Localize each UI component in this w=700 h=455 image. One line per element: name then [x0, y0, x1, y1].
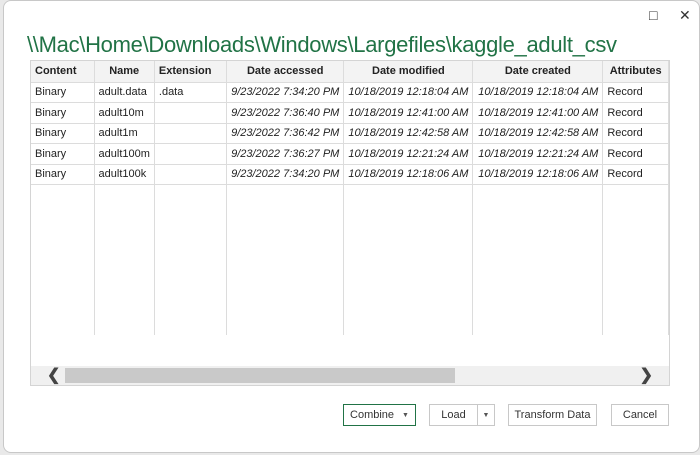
col-header-name[interactable]: Name: [94, 61, 155, 83]
table-row[interactable]: Binary adult.data .data 9/23/2022 7:34:20 P…: [31, 82, 669, 103]
cell-name[interactable]: adult1m: [94, 123, 155, 144]
cell-date-created[interactable]: 10/18/2019 12:18:06 AM: [472, 164, 604, 185]
cell-content[interactable]: Binary: [31, 102, 95, 124]
cell-date-accessed[interactable]: 9/23/2022 7:36:27 PM: [226, 143, 345, 165]
table-row[interactable]: Binary adult100k 9/23/2022 7:34:20 PM 10/18…: [31, 164, 669, 185]
cell-date-modified[interactable]: 10/18/2019 12:21:24 AM: [343, 143, 474, 165]
cell-date-created[interactable]: 10/18/2019 12:18:04 AM: [472, 82, 604, 103]
table-row[interactable]: Binary adult100m 9/23/2022 7:36:27 PM 10/18…: [31, 143, 669, 165]
transform-data-button[interactable]: Transform Data: [508, 404, 597, 426]
folder-path-title: \\Mac\Home\Downloads\Windows\Largefiles\…: [27, 32, 617, 57]
cell-attributes[interactable]: Record: [602, 123, 669, 144]
cell-extension[interactable]: .data: [154, 82, 228, 103]
combine-button[interactable]: Combine ▼: [343, 404, 416, 426]
col-header-extension[interactable]: Extension: [154, 61, 228, 83]
empty-row-space: [31, 184, 669, 335]
file-table: Content Name Extension Date accessed Dat…: [30, 60, 670, 386]
cell-name[interactable]: adult10m: [94, 102, 155, 124]
chevron-down-icon: ▼: [402, 411, 409, 419]
cell-name[interactable]: adult100k: [94, 164, 155, 185]
scroll-left-icon[interactable]: ❮: [47, 366, 60, 385]
cell-content[interactable]: Binary: [31, 123, 95, 144]
combine-label: Combine: [350, 409, 395, 421]
empty-cell: [343, 184, 474, 335]
empty-cell: [154, 184, 228, 335]
cell-extension[interactable]: [154, 164, 228, 185]
empty-cell: [94, 184, 155, 335]
empty-cell: [226, 184, 345, 335]
cell-date-modified[interactable]: 10/18/2019 12:42:58 AM: [343, 123, 474, 144]
col-header-content[interactable]: Content: [31, 61, 95, 83]
table-row[interactable]: Binary adult1m 9/23/2022 7:36:42 PM 10/18/2…: [31, 123, 669, 144]
cell-date-modified[interactable]: 10/18/2019 12:18:04 AM: [343, 82, 474, 103]
cell-attributes[interactable]: Record: [602, 82, 669, 103]
cell-date-accessed[interactable]: 9/23/2022 7:34:20 PM: [226, 164, 345, 185]
col-header-date-accessed[interactable]: Date accessed: [226, 61, 345, 83]
cell-attributes[interactable]: Record: [602, 164, 669, 185]
cell-date-modified[interactable]: 10/18/2019 12:41:00 AM: [343, 102, 474, 124]
col-header-date-created[interactable]: Date created: [472, 61, 604, 83]
cell-date-modified[interactable]: 10/18/2019 12:18:06 AM: [343, 164, 474, 185]
table-header-row: Content Name Extension Date accessed Dat…: [31, 61, 669, 83]
col-header-attributes[interactable]: Attributes: [602, 61, 669, 83]
chevron-down-icon: ▼: [482, 411, 490, 419]
cell-date-created[interactable]: 10/18/2019 12:42:58 AM: [472, 123, 604, 144]
table-row[interactable]: Binary adult10m 9/23/2022 7:36:40 PM 10/18/…: [31, 102, 669, 124]
scrollbar-thumb[interactable]: [65, 368, 455, 383]
empty-cell: [602, 184, 669, 335]
cell-date-accessed[interactable]: 9/23/2022 7:34:20 PM: [226, 82, 345, 103]
cell-extension[interactable]: [154, 102, 228, 124]
cell-content[interactable]: Binary: [31, 164, 95, 185]
col-header-date-modified[interactable]: Date modified: [343, 61, 474, 83]
cell-content[interactable]: Binary: [31, 82, 95, 103]
load-dropdown-button[interactable]: ▼: [477, 404, 495, 426]
cell-attributes[interactable]: Record: [602, 143, 669, 165]
cell-extension[interactable]: [154, 143, 228, 165]
cell-date-accessed[interactable]: 9/23/2022 7:36:40 PM: [226, 102, 345, 124]
close-icon[interactable]: ✕: [679, 7, 691, 24]
cell-extension[interactable]: [154, 123, 228, 144]
scroll-right-icon[interactable]: ❯: [640, 366, 653, 385]
cell-name[interactable]: adult.data: [94, 82, 155, 103]
empty-cell: [472, 184, 604, 335]
cell-date-accessed[interactable]: 9/23/2022 7:36:42 PM: [226, 123, 345, 144]
cell-date-created[interactable]: 10/18/2019 12:41:00 AM: [472, 102, 604, 124]
cell-attributes[interactable]: Record: [602, 102, 669, 124]
cell-content[interactable]: Binary: [31, 143, 95, 165]
cell-name[interactable]: adult100m: [94, 143, 155, 165]
maximize-icon[interactable]: □: [649, 7, 657, 23]
cell-date-created[interactable]: 10/18/2019 12:21:24 AM: [472, 143, 604, 165]
load-button[interactable]: Load: [429, 404, 478, 426]
empty-cell: [31, 184, 95, 335]
horizontal-scrollbar[interactable]: ❮ ❯: [31, 366, 669, 385]
cancel-button[interactable]: Cancel: [611, 404, 669, 426]
